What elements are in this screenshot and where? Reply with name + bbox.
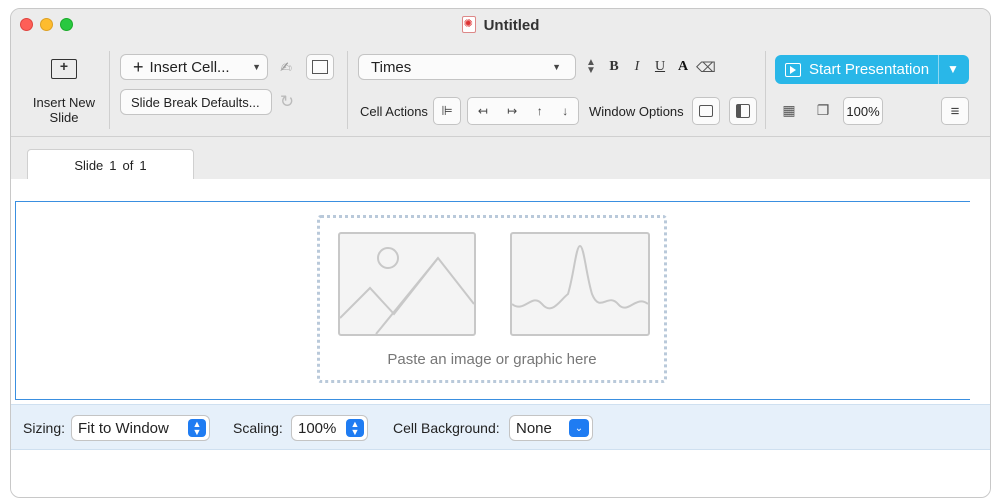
- plus-icon: +: [133, 56, 144, 77]
- cell-background-select[interactable]: None ⌄: [509, 415, 593, 441]
- insert-cell-button[interactable]: + Insert Cell... ▼: [120, 54, 268, 80]
- image-drop-zone[interactable]: Paste an image or graphic here: [317, 215, 667, 383]
- tab-bar: Slide 1 of 1: [11, 138, 990, 181]
- bold-button[interactable]: B: [606, 58, 622, 76]
- window-title: Untitled: [11, 16, 990, 34]
- tab-slide-current: 1: [109, 158, 117, 173]
- toolbar: Insert New Slide + Insert Cell... ▼ ✍ Sl…: [11, 41, 990, 137]
- sizing-stepper-icon: ▲ ▼: [188, 419, 206, 437]
- toolbar-divider: [347, 51, 348, 129]
- sizing-select[interactable]: Fit to Window ▲ ▼: [71, 415, 210, 441]
- scaling-select[interactable]: 100% ▲ ▼: [291, 415, 368, 441]
- calculator-icon[interactable]: ▦: [781, 101, 797, 119]
- scaling-stepper-icon: ▲ ▼: [346, 419, 364, 437]
- split-divider: [938, 55, 939, 84]
- font-name: Times: [371, 58, 412, 76]
- text-color-button[interactable]: A: [675, 58, 691, 76]
- document-area-below: [11, 450, 990, 497]
- tab-slide-prefix: Slide: [74, 158, 104, 173]
- underline-button[interactable]: U: [652, 58, 668, 76]
- cell-background-label: Cell Background:: [393, 420, 500, 436]
- cell-properties-bar: Sizing: Fit to Window ▲ ▼ Scaling: 100% ▲…: [11, 404, 990, 450]
- play-icon: [785, 62, 801, 77]
- window-options-label: Window Options: [589, 104, 684, 119]
- slide-canvas: Paste an image or graphic here: [11, 179, 990, 404]
- chevron-down-icon: ⌄: [569, 419, 589, 437]
- start-presentation-label: Start Presentation: [809, 61, 930, 78]
- window-title-text: Untitled: [483, 17, 540, 34]
- window-size-button[interactable]: [692, 97, 720, 125]
- move-down-icon[interactable]: ↓: [562, 104, 568, 118]
- hamburger-icon: ≡: [950, 102, 960, 120]
- sizing-value: Fit to Window: [78, 419, 169, 437]
- move-right-icon[interactable]: ↦: [507, 104, 517, 118]
- title-bar: Untitled: [11, 9, 990, 41]
- pages-icon[interactable]: ❐: [814, 101, 832, 119]
- sidebar-icon: [736, 104, 750, 118]
- expand-window-icon: [699, 105, 713, 117]
- cell-move-group: ↤ ↦ ↑ ↓: [467, 97, 579, 125]
- image-resize-icon: [312, 60, 328, 74]
- tab-slide-of: of: [122, 158, 134, 173]
- start-presentation-button[interactable]: Start Presentation ▼: [775, 55, 969, 84]
- insert-new-slide-label: Insert New Slide: [32, 95, 96, 125]
- scaling-label: Scaling:: [233, 420, 283, 436]
- toolbar-divider: [109, 51, 110, 129]
- menu-button[interactable]: ≡: [941, 97, 969, 125]
- sidebar-toggle-button[interactable]: [729, 97, 757, 125]
- scaling-value: 100%: [298, 419, 337, 437]
- slide-break-defaults-button[interactable]: Slide Break Defaults...: [120, 89, 272, 115]
- graph-placeholder-icon: [510, 232, 650, 336]
- new-slide-icon: [51, 58, 77, 79]
- move-left-icon[interactable]: ↤: [478, 104, 488, 118]
- refresh-icon[interactable]: ↻: [277, 91, 297, 113]
- zoom-level-button[interactable]: 100%: [843, 97, 883, 125]
- sizing-label: Sizing:: [23, 420, 66, 436]
- chevron-down-icon: ▼: [552, 62, 561, 72]
- edit-cell-icon[interactable]: ✍: [276, 57, 296, 77]
- presentation-options-caret[interactable]: ▼: [947, 62, 959, 76]
- image-placeholder-icon: [338, 232, 476, 336]
- cell-align-button[interactable]: ⊫: [433, 97, 461, 125]
- font-selector[interactable]: Times ▼: [358, 54, 576, 80]
- chevron-down-icon: ▼: [252, 62, 261, 72]
- eraser-icon[interactable]: ⌫: [696, 58, 716, 76]
- tab-slide-1[interactable]: Slide 1 of 1: [27, 149, 194, 181]
- cell-background-value: None: [516, 419, 552, 437]
- toolbar-divider: [765, 51, 766, 129]
- move-up-icon[interactable]: ↑: [537, 104, 543, 118]
- font-size-stepper[interactable]: ▲ ▼: [584, 57, 598, 77]
- image-options-button[interactable]: [306, 54, 334, 80]
- cell-actions-label: Cell Actions: [360, 104, 428, 119]
- slide-break-label: Slide Break Defaults...: [131, 94, 260, 110]
- document-icon: [461, 16, 476, 33]
- drop-zone-label: Paste an image or graphic here: [387, 351, 597, 368]
- italic-button[interactable]: I: [629, 58, 645, 76]
- insert-cell-label: Insert Cell...: [149, 58, 230, 76]
- tab-slide-total: 1: [139, 158, 147, 173]
- app-window: Untitled Insert New Slide + Insert Cell.…: [10, 8, 991, 498]
- align-left-icon: ⊫: [441, 103, 453, 118]
